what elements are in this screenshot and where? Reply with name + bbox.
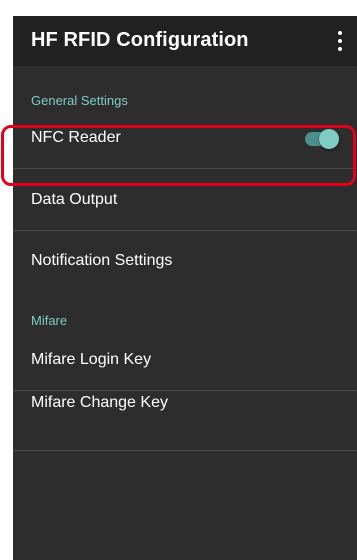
app-bar: HF RFID Configuration [13, 16, 357, 66]
mifare-change-key-item[interactable]: Mifare Change Key [13, 377, 357, 433]
divider [13, 230, 357, 231]
nfc-reader-item[interactable]: NFC Reader [13, 112, 357, 168]
mifare-login-key-label: Mifare Login Key [31, 351, 152, 368]
data-output-item[interactable]: Data Output [13, 174, 357, 230]
more-vert-icon[interactable] [335, 29, 345, 53]
settings-screen: HF RFID Configuration General Settings N… [13, 16, 357, 560]
nfc-reader-toggle[interactable] [305, 129, 339, 149]
notification-settings-item[interactable]: Notification Settings [13, 235, 357, 291]
data-output-label: Data Output [31, 191, 118, 208]
notification-settings-label: Notification Settings [31, 252, 173, 269]
section-header-mifare: Mifare [31, 313, 68, 328]
nfc-reader-label: NFC Reader [31, 129, 121, 146]
app-title: HF RFID Configuration [31, 29, 249, 51]
device-frame: HF RFID Configuration General Settings N… [0, 0, 357, 560]
divider [13, 168, 357, 169]
mifare-change-key-label: Mifare Change Key [31, 394, 168, 411]
toggle-thumb [319, 129, 339, 149]
divider [13, 450, 357, 451]
section-header-general: General Settings [31, 93, 128, 108]
